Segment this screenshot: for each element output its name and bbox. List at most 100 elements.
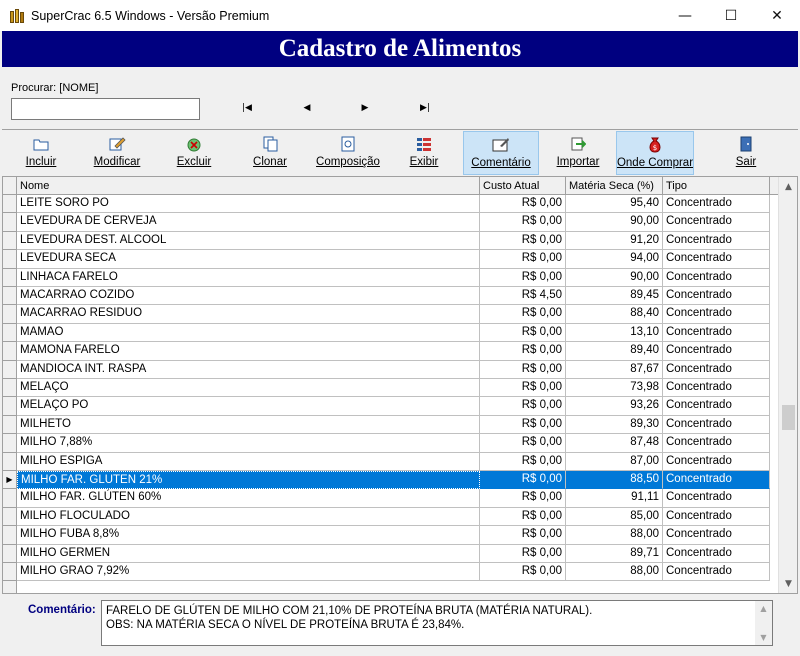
cell-materia-seca: 88,00 [566, 563, 663, 582]
cell-tipo: Concentrado [663, 231, 770, 251]
row-indicator [3, 323, 17, 343]
table-row[interactable]: MACARRAO RESIDUO R$ 0,00 88,40 Concentrado [3, 305, 778, 324]
cell-tipo: Concentrado [663, 489, 770, 508]
cell-tipo: Concentrado [663, 415, 770, 435]
nav-last-button[interactable]: ▶| [414, 100, 436, 116]
table-row[interactable]: MILHO GRAO 7,92% R$ 0,00 88,00 Concentrado [3, 563, 778, 582]
scroll-thumb[interactable] [782, 405, 795, 430]
table-row[interactable]: MILHO FUBA 8,8% R$ 0,00 88,00 Concentrado [3, 526, 778, 545]
divider [2, 129, 798, 130]
incluir-button[interactable]: Incluir [12, 131, 70, 175]
cell-custo: R$ 4,50 [480, 287, 566, 306]
header-nome[interactable]: Nome [17, 177, 480, 195]
cell-materia-seca: 89,71 [566, 544, 663, 563]
cell-materia-seca: 88,50 [566, 471, 663, 490]
table-row[interactable]: MANDIOCA INT. RASPA R$ 0,00 87,67 Concentra… [3, 360, 778, 379]
comment-textarea[interactable]: FARELO DE GLÚTEN DE MILHO COM 21,10% DE … [101, 600, 773, 646]
sair-button[interactable]: Sair [726, 131, 766, 175]
comentario-button[interactable]: Comentário [463, 131, 539, 175]
cell-custo: R$ 0,00 [480, 342, 566, 361]
row-indicator [3, 452, 17, 471]
composicao-button[interactable]: Composição [312, 131, 384, 175]
scroll-down-icon[interactable]: ▼ [779, 575, 797, 592]
table-row[interactable]: ▶ MILHO FAR. GLUTEN 21% R$ 0,00 88,50 Concen… [3, 471, 778, 490]
comment-scroll-up-icon[interactable]: ▲ [755, 601, 772, 616]
cell-materia-seca: 13,10 [566, 323, 663, 343]
table-row[interactable]: MAMAO R$ 0,00 13,10 Concentrado [3, 323, 778, 343]
scroll-up-icon[interactable]: ▲ [779, 178, 797, 195]
cell-custo: R$ 0,00 [480, 415, 566, 435]
nav-first-button[interactable]: |◀ [236, 100, 258, 116]
food-table[interactable]: Nome Custo Atual Matéria Seca (%) Tipo L… [2, 176, 798, 594]
row-indicator [3, 268, 17, 287]
table-row[interactable]: LINHACA FARELO R$ 0,00 90,00 Concentrado [3, 268, 778, 287]
table-row[interactable]: MILHO FLOCULADO R$ 0,00 85,00 Concentrado [3, 507, 778, 527]
clonar-button[interactable]: Clonar [244, 131, 296, 175]
table-row[interactable]: LEVEDURA DEST. ALCOOL R$ 0,00 91,20 Concent… [3, 231, 778, 251]
cell-nome: MAMONA FARELO [17, 342, 480, 361]
table-row[interactable]: LEVEDURA SECA R$ 0,00 94,00 Concentrado [3, 250, 778, 269]
folder-icon [32, 135, 50, 153]
maximize-button[interactable]: ☐ [708, 0, 754, 31]
nav-next-button[interactable]: ▶ [354, 100, 376, 116]
cell-tipo: Concentrado [663, 397, 770, 416]
header-indicator [3, 177, 17, 195]
comment-label: Comentário: [28, 604, 96, 616]
cell-tipo: Concentrado [663, 287, 770, 306]
cell-tipo: Concentrado [663, 305, 770, 324]
close-button[interactable]: ✕ [754, 0, 800, 31]
row-indicator [3, 544, 17, 563]
row-indicator [3, 305, 17, 324]
header-custo[interactable]: Custo Atual [480, 177, 566, 195]
cell-materia-seca: 90,00 [566, 213, 663, 232]
table-row[interactable]: LEITE SORO PO R$ 0,00 95,40 Concentrado [3, 195, 778, 214]
table-row[interactable]: MILHO FAR. GLÚTEN 60% R$ 0,00 91,11 Concent… [3, 489, 778, 508]
window-title: SuperCrac 6.5 Windows - Versão Premium [31, 8, 270, 23]
table-row[interactable]: MAMONA FARELO R$ 0,00 89,40 Concentrado [3, 342, 778, 361]
table-row[interactable]: MELAÇO PO R$ 0,00 93,26 Concentrado [3, 397, 778, 416]
table-row[interactable]: MILHO GERMEN R$ 0,00 89,71 Concentrado [3, 544, 778, 563]
table-row[interactable]: LEVEDURA DE CERVEJA R$ 0,00 90,00 Concentra… [3, 213, 778, 232]
exit-icon [737, 135, 755, 153]
search-input[interactable] [11, 98, 200, 120]
minimize-button[interactable]: — [662, 0, 708, 31]
copy-icon [261, 135, 279, 153]
table-row[interactable]: MILHO 7,88% R$ 0,00 87,48 Concentrado [3, 434, 778, 453]
composicao-label: Composição [316, 156, 380, 168]
comment-scroll-down-icon[interactable]: ▼ [755, 630, 772, 645]
header-materia-seca[interactable]: Matéria Seca (%) [566, 177, 663, 195]
cell-custo: R$ 0,00 [480, 250, 566, 269]
table-row[interactable]: MELAÇO R$ 0,00 73,98 Concentrado [3, 379, 778, 398]
comment-scrollbar[interactable]: ▲ ▼ [755, 601, 772, 645]
cell-custo: R$ 0,00 [480, 452, 566, 471]
vertical-scrollbar[interactable]: ▲ ▼ [778, 177, 797, 593]
modificar-button[interactable]: Modificar [86, 131, 148, 175]
importar-button[interactable]: Importar [552, 131, 604, 175]
onde-comprar-button[interactable]: $ Onde Comprar [616, 131, 694, 175]
nav-prev-button[interactable]: ◀ [296, 100, 318, 116]
document-icon [339, 135, 357, 153]
cell-nome: MILHO FLOCULADO [17, 507, 480, 527]
svg-text:$: $ [653, 144, 657, 152]
cell-nome: LEVEDURA SECA [17, 250, 480, 269]
cell-materia-seca: 89,40 [566, 342, 663, 361]
exibir-button[interactable]: Exibir [400, 131, 448, 175]
row-indicator [3, 231, 17, 251]
table-row[interactable]: MILHETO R$ 0,00 89,30 Concentrado [3, 415, 778, 435]
table-row[interactable]: MILHO ESPIGA R$ 0,00 87,00 Concentrado [3, 452, 778, 471]
table-row[interactable]: MACARRAO COZIDO R$ 4,50 89,45 Concentrado [3, 287, 778, 306]
header-tipo[interactable]: Tipo [663, 177, 770, 195]
cell-custo: R$ 0,00 [480, 360, 566, 379]
money-bag-icon: $ [646, 136, 664, 154]
row-indicator [3, 489, 17, 508]
row-indicator: ▶ [3, 471, 17, 490]
cell-materia-seca: 88,00 [566, 526, 663, 545]
row-indicator [3, 434, 17, 453]
comment-line-1: FARELO DE GLÚTEN DE MILHO COM 21,10% DE … [106, 605, 593, 617]
comentario-label: Comentário [471, 157, 531, 169]
cell-custo: R$ 0,00 [480, 397, 566, 416]
row-indicator [3, 287, 17, 306]
cell-materia-seca: 87,48 [566, 434, 663, 453]
excluir-button[interactable]: Excluir [168, 131, 220, 175]
row-indicator [3, 213, 17, 232]
